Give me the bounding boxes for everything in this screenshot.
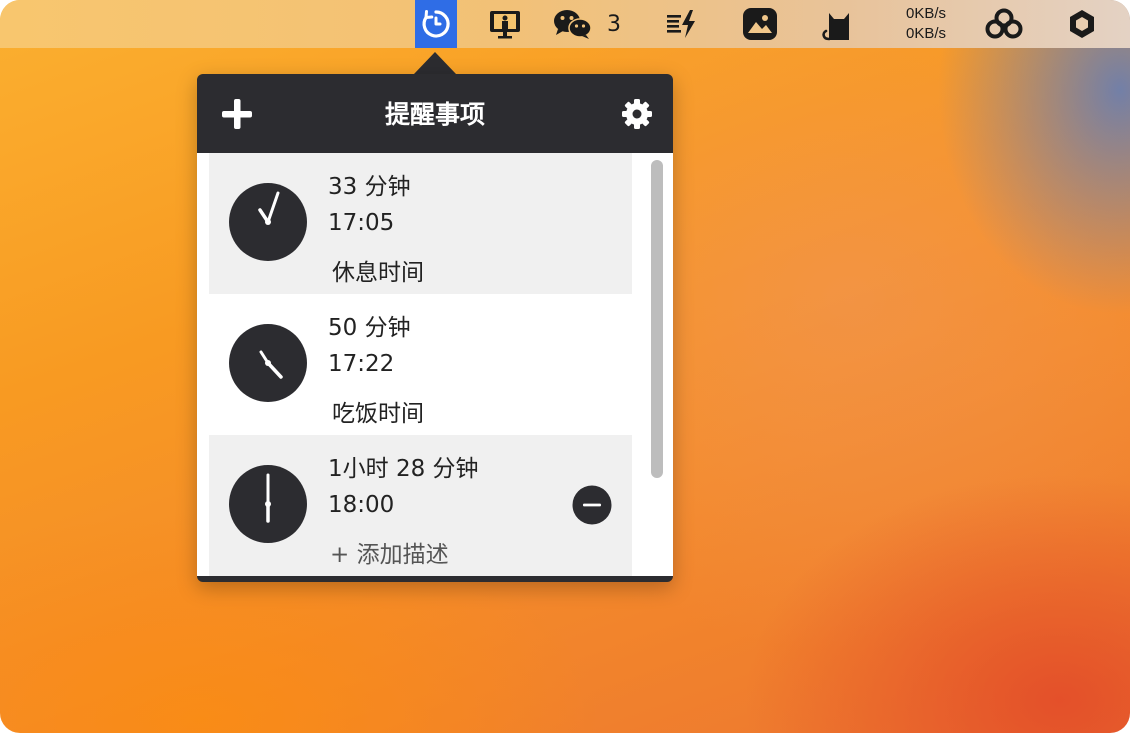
battery-menu-item[interactable] — [662, 0, 702, 48]
menu-bar: 3 0KB/s 0KB/s — [0, 0, 1130, 48]
gear-icon — [622, 99, 652, 129]
desktop-wallpaper: 3 0KB/s 0KB/s 提醒事项 33 分钟 17:05 休息时间 50 分… — [0, 0, 1130, 733]
triple-circle-icon — [985, 8, 1023, 39]
reminder-list[interactable]: 33 分钟 17:05 休息时间 50 分钟 17:22 吃饭时间 1小时 28… — [197, 153, 673, 576]
clock-icon — [229, 324, 307, 402]
hexagon-menu-item[interactable] — [1062, 0, 1102, 48]
wechat-menu-item[interactable]: 3 — [552, 0, 632, 48]
popover-title: 提醒事项 — [384, 100, 485, 129]
remove-reminder-button[interactable] — [572, 485, 612, 525]
due-time: 18:00 — [328, 492, 395, 518]
reminder-label[interactable]: 休息时间 — [332, 253, 424, 287]
reminder-label[interactable]: 吃饭时间 — [332, 394, 424, 428]
presenter-menu-item[interactable] — [485, 0, 525, 48]
battery-charging-icon — [667, 10, 695, 38]
remaining-time: 1小时 28 分钟 — [328, 456, 479, 482]
clock-icon — [229, 465, 307, 543]
image-menu-item[interactable] — [740, 0, 780, 48]
hexagon-icon — [1070, 10, 1094, 38]
presenter-icon — [490, 11, 520, 39]
upload-speed: 0KB/s — [905, 5, 947, 22]
triple-circle-menu-item[interactable] — [982, 0, 1026, 48]
reminder-app-icon — [422, 10, 450, 38]
remaining-time: 50 分钟 — [328, 315, 411, 341]
reminders-popover: 提醒事项 33 分钟 17:05 休息时间 50 分钟 17:22 吃饭时间 1… — [197, 74, 673, 582]
network-speed[interactable]: 0KB/s 0KB/s — [893, 0, 959, 48]
reminder-app-menu-item[interactable] — [415, 0, 457, 48]
settings-button[interactable] — [617, 94, 657, 134]
reminder-item[interactable]: 1小时 28 分钟 18:00 + 添加描述 — [209, 435, 632, 576]
wechat-icon — [554, 10, 592, 39]
due-time: 17:22 — [328, 351, 395, 377]
add-reminder-button[interactable] — [217, 94, 257, 134]
reminder-item[interactable]: 33 分钟 17:05 休息时间 — [209, 153, 632, 294]
download-speed: 0KB/s — [905, 25, 947, 42]
remaining-time: 33 分钟 — [328, 174, 411, 200]
due-time: 17:05 — [328, 210, 395, 236]
popover-header: 提醒事项 — [197, 74, 673, 153]
image-icon — [743, 8, 777, 40]
cat-menu-item[interactable] — [818, 0, 858, 48]
clock-icon — [229, 183, 307, 261]
list-scrollbar[interactable] — [651, 160, 663, 478]
reminder-item[interactable]: 50 分钟 17:22 吃饭时间 — [209, 294, 632, 435]
cat-icon — [822, 13, 849, 41]
add-description-link[interactable]: + 添加描述 — [330, 535, 449, 569]
popover-arrow — [414, 52, 456, 74]
plus-icon — [222, 99, 252, 129]
wechat-unread-badge: 3 — [607, 11, 621, 37]
